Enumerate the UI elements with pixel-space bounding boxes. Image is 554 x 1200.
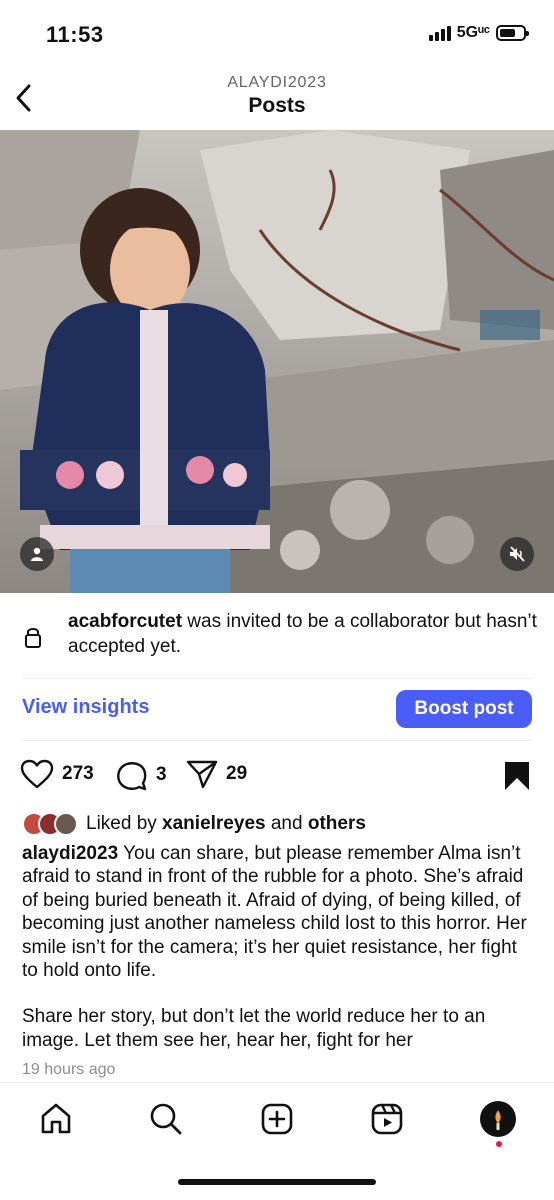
- mute-button[interactable]: [500, 537, 534, 571]
- network-label: 5Gᵘᶜ: [456, 24, 490, 41]
- speaker-muted-icon: [510, 546, 525, 562]
- collaborator-message: acabforcutet was invited to be a collabo…: [68, 609, 538, 659]
- save-button[interactable]: [504, 761, 530, 796]
- home-indicator: [178, 1179, 376, 1185]
- tab-create[interactable]: [257, 1099, 297, 1139]
- battery-icon: [496, 25, 529, 41]
- post-actions: 273 3 29: [0, 757, 554, 793]
- tab-profile[interactable]: [478, 1099, 518, 1139]
- user-tag-button[interactable]: [20, 537, 54, 571]
- search-icon: [150, 1103, 182, 1135]
- avatar: [54, 812, 78, 836]
- status-indicators: 5Gᵘᶜ: [428, 24, 529, 42]
- insights-row: View insights Boost post: [0, 686, 554, 732]
- home-icon: [41, 1103, 71, 1134]
- caption-text-continued: Share her story, but don’t let the world…: [22, 1006, 486, 1051]
- like-count: 273: [62, 763, 94, 784]
- divider: [22, 678, 532, 679]
- status-time: 11:53: [46, 22, 104, 47]
- profile-avatar: [480, 1101, 516, 1137]
- liked-by-and: and: [265, 813, 308, 834]
- lock-icon: [25, 628, 41, 648]
- account-name: ALAYDI2023: [227, 74, 327, 91]
- liked-by-text: Liked by xanielreyes and others: [86, 813, 366, 835]
- reels-icon: [371, 1103, 403, 1135]
- post-photo[interactable]: [0, 130, 554, 593]
- like-button[interactable]: 273: [20, 759, 94, 789]
- collaborator-username[interactable]: acabforcutet: [68, 611, 182, 632]
- liked-by-prefix: Liked by: [86, 813, 163, 834]
- photo-scene: [0, 130, 554, 593]
- send-icon: [186, 760, 218, 789]
- share-button[interactable]: 29: [186, 759, 247, 789]
- comment-count: 3: [156, 764, 167, 785]
- signal-icon: [428, 25, 451, 41]
- notification-dot: [496, 1141, 502, 1147]
- boost-post-button[interactable]: Boost post: [396, 690, 532, 728]
- status-bar: 11:53 5Gᵘᶜ: [0, 0, 554, 66]
- liker-avatars: [22, 812, 78, 836]
- post-timestamp: 19 hours ago: [22, 1061, 116, 1078]
- post-caption: alaydi2023 You can share, but please rem…: [22, 842, 536, 1052]
- tab-reels[interactable]: [367, 1099, 407, 1139]
- divider: [22, 740, 532, 741]
- view-insights-link[interactable]: View insights: [22, 696, 149, 719]
- page-title: Posts: [248, 94, 306, 117]
- liked-by-others[interactable]: others: [308, 813, 366, 834]
- comment-icon: [117, 762, 147, 791]
- bookmark-filled-icon: [505, 762, 529, 790]
- user-tag-icon: [31, 547, 43, 561]
- tab-search[interactable]: [146, 1099, 186, 1139]
- share-count: 29: [226, 763, 248, 784]
- heart-icon: [20, 759, 54, 789]
- header: ALAYDI2023 Posts: [0, 66, 554, 130]
- collaborator-notice: acabforcutet was invited to be a collabo…: [0, 607, 554, 675]
- caption-username[interactable]: alaydi2023: [22, 843, 118, 864]
- liked-by-user[interactable]: xanielreyes: [162, 813, 266, 834]
- create-icon: [261, 1103, 293, 1135]
- comment-button[interactable]: 3: [116, 759, 167, 791]
- liked-by-row[interactable]: Liked by xanielreyes and others: [22, 810, 366, 838]
- battery-level: [500, 29, 516, 37]
- tab-home[interactable]: [36, 1099, 76, 1139]
